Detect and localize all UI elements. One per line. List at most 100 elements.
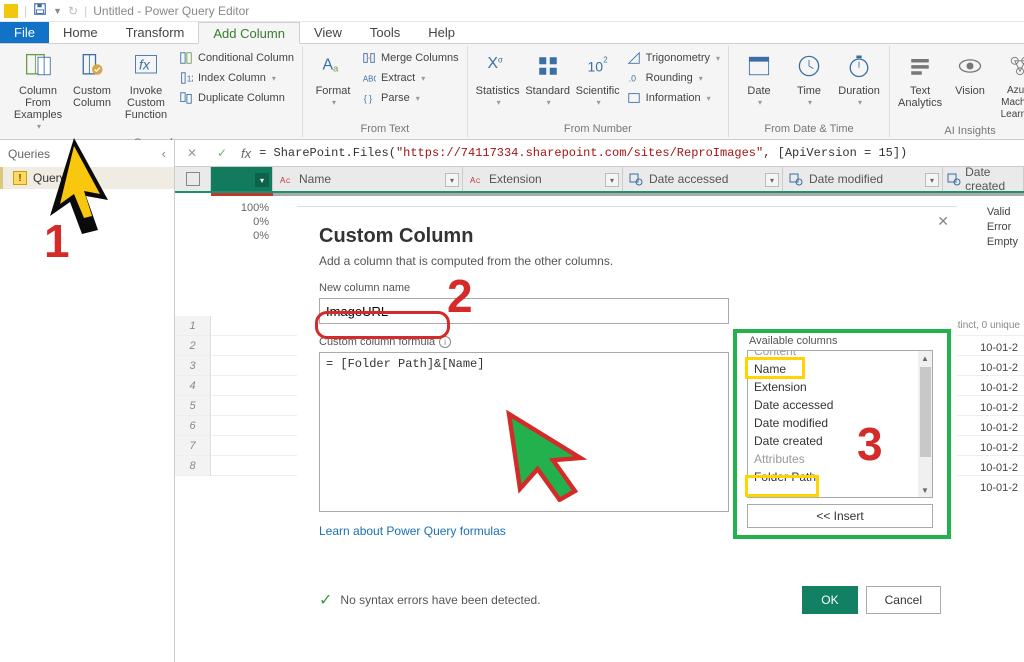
- svg-text:σ: σ: [498, 56, 503, 65]
- row-header[interactable]: 3: [175, 356, 211, 376]
- group-from-datetime: Date▾ Time▾ Duration▾ From Date & Time: [729, 46, 890, 137]
- tab-help[interactable]: Help: [414, 22, 469, 43]
- tab-view[interactable]: View: [300, 22, 356, 43]
- group-label: From Date & Time: [735, 121, 883, 137]
- list-item[interactable]: Attributes: [748, 450, 932, 468]
- list-item[interactable]: Date accessed: [748, 396, 932, 414]
- label: Parse: [381, 92, 410, 104]
- duration-button[interactable]: Duration▾: [835, 48, 883, 111]
- trigonometry-button[interactable]: Trigonometry▾: [624, 48, 722, 68]
- percent-error: 0%: [225, 216, 269, 228]
- list-item[interactable]: Date modified: [748, 414, 932, 432]
- list-item[interactable]: Name: [748, 360, 932, 378]
- tab-tools[interactable]: Tools: [356, 22, 414, 43]
- query-item[interactable]: ! Query1: [0, 167, 174, 189]
- column-header-date-accessed[interactable]: Date accessed ▾: [623, 167, 783, 191]
- svg-text:10: 10: [587, 58, 603, 74]
- new-column-name-input[interactable]: [319, 298, 729, 324]
- scrollbar[interactable]: ▲ ▼: [918, 351, 932, 497]
- formula-input[interactable]: = [Folder Path]&[Name]: [319, 352, 729, 512]
- scroll-down-icon[interactable]: ▼: [918, 483, 932, 497]
- group-label: AI Insights: [896, 123, 1024, 139]
- filter-icon[interactable]: ▾: [445, 173, 459, 187]
- standard-button[interactable]: Standard▾: [524, 48, 572, 111]
- label: Index Column: [198, 72, 266, 84]
- azure-ml-button[interactable]: Azure Machine Learning: [996, 48, 1024, 123]
- list-item[interactable]: Date created: [748, 432, 932, 450]
- save-icon[interactable]: [33, 2, 47, 19]
- list-item[interactable]: Content: [748, 350, 932, 360]
- row-header[interactable]: 8: [175, 456, 211, 476]
- date-button[interactable]: Date▾: [735, 48, 783, 111]
- tab-transform[interactable]: Transform: [112, 22, 199, 43]
- time-button[interactable]: Time▾: [785, 48, 833, 111]
- tab-file[interactable]: File: [0, 22, 49, 43]
- insert-button[interactable]: << Insert: [747, 504, 933, 528]
- cancel-formula-icon[interactable]: ✕: [181, 142, 203, 164]
- close-icon[interactable]: ✕: [937, 213, 949, 230]
- undo-dropdown-icon[interactable]: ▼: [53, 6, 62, 16]
- row-header[interactable]: 1: [175, 316, 211, 336]
- index-icon: 12: [178, 70, 194, 86]
- column-menu-icon[interactable]: ▾: [255, 173, 269, 187]
- rounding-button[interactable]: .0Rounding▾: [624, 68, 722, 88]
- fx-icon[interactable]: fx: [241, 146, 251, 161]
- filter-icon[interactable]: ▾: [605, 173, 619, 187]
- ribbon-tabs: File Home Transform Add Column View Tool…: [0, 22, 1024, 44]
- format-button[interactable]: Aa Format▾: [309, 48, 357, 111]
- row-header[interactable]: 6: [175, 416, 211, 436]
- formula-text[interactable]: = SharePoint.Files("https://74117334.sha…: [259, 146, 1018, 160]
- invoke-custom-function-button[interactable]: fx Invoke Custom Function: [118, 48, 174, 123]
- label: Trigonometry: [646, 52, 710, 64]
- parse-button[interactable]: { }Parse▾: [359, 88, 461, 108]
- list-item[interactable]: Folder Path: [748, 468, 932, 486]
- ok-button[interactable]: OK: [802, 586, 857, 614]
- table-corner[interactable]: [175, 167, 211, 191]
- redo-icon[interactable]: ↻: [68, 4, 78, 18]
- cancel-button[interactable]: Cancel: [866, 586, 941, 614]
- filter-icon[interactable]: ▾: [925, 173, 939, 187]
- azure-ml-icon: [1004, 50, 1024, 82]
- svg-text:fx: fx: [139, 57, 151, 73]
- queries-panel-title: Queries: [8, 147, 50, 161]
- row-header[interactable]: 5: [175, 396, 211, 416]
- text-analytics-button[interactable]: Text Analytics: [896, 48, 944, 111]
- vision-icon: [954, 50, 986, 82]
- scroll-thumb[interactable]: [920, 367, 931, 457]
- extract-button[interactable]: ABCExtract▾: [359, 68, 461, 88]
- rounding-icon: .0: [626, 70, 642, 86]
- vision-button[interactable]: Vision: [946, 48, 994, 99]
- list-item[interactable]: Extension: [748, 378, 932, 396]
- statistics-button[interactable]: ΧσStatistics▾: [474, 48, 522, 111]
- conditional-column-button[interactable]: Conditional Column: [176, 48, 296, 68]
- column-header-selected[interactable]: ▾: [211, 167, 273, 191]
- group-general: Column From Examples▾ Custom Column fx I…: [4, 46, 303, 137]
- column-header-date-created[interactable]: Date created: [943, 167, 1024, 191]
- info-icon[interactable]: i: [439, 336, 451, 348]
- custom-column-button[interactable]: Custom Column: [68, 48, 116, 111]
- label: Extract: [381, 72, 415, 84]
- tab-add-column[interactable]: Add Column: [198, 22, 300, 44]
- scroll-up-icon[interactable]: ▲: [918, 351, 932, 365]
- label: Custom Column: [70, 85, 114, 109]
- tab-home[interactable]: Home: [49, 22, 112, 43]
- column-header-extension[interactable]: AC Extension ▾: [463, 167, 623, 191]
- label: Column From Examples: [12, 85, 64, 121]
- row-header[interactable]: 2: [175, 336, 211, 356]
- scientific-button[interactable]: 102Scientific▾: [574, 48, 622, 111]
- column-header-name[interactable]: AC Name ▾: [273, 167, 463, 191]
- label: Rounding: [646, 72, 693, 84]
- available-columns-list[interactable]: Content Name Extension Date accessed Dat…: [747, 350, 933, 498]
- row-header[interactable]: 4: [175, 376, 211, 396]
- column-from-examples-button[interactable]: Column From Examples▾: [10, 48, 66, 135]
- column-header-date-modified[interactable]: Date modified ▾: [783, 167, 943, 191]
- information-button[interactable]: Information▾: [624, 88, 722, 108]
- row-header[interactable]: 7: [175, 436, 211, 456]
- index-column-button[interactable]: 12Index Column▾: [176, 68, 296, 88]
- duplicate-column-button[interactable]: Duplicate Column: [176, 88, 296, 108]
- conditional-icon: [178, 50, 194, 66]
- accept-formula-icon[interactable]: ✓: [211, 142, 233, 164]
- filter-icon[interactable]: ▾: [765, 173, 779, 187]
- collapse-panel-icon[interactable]: ‹: [162, 146, 166, 161]
- merge-columns-button[interactable]: Merge Columns: [359, 48, 461, 68]
